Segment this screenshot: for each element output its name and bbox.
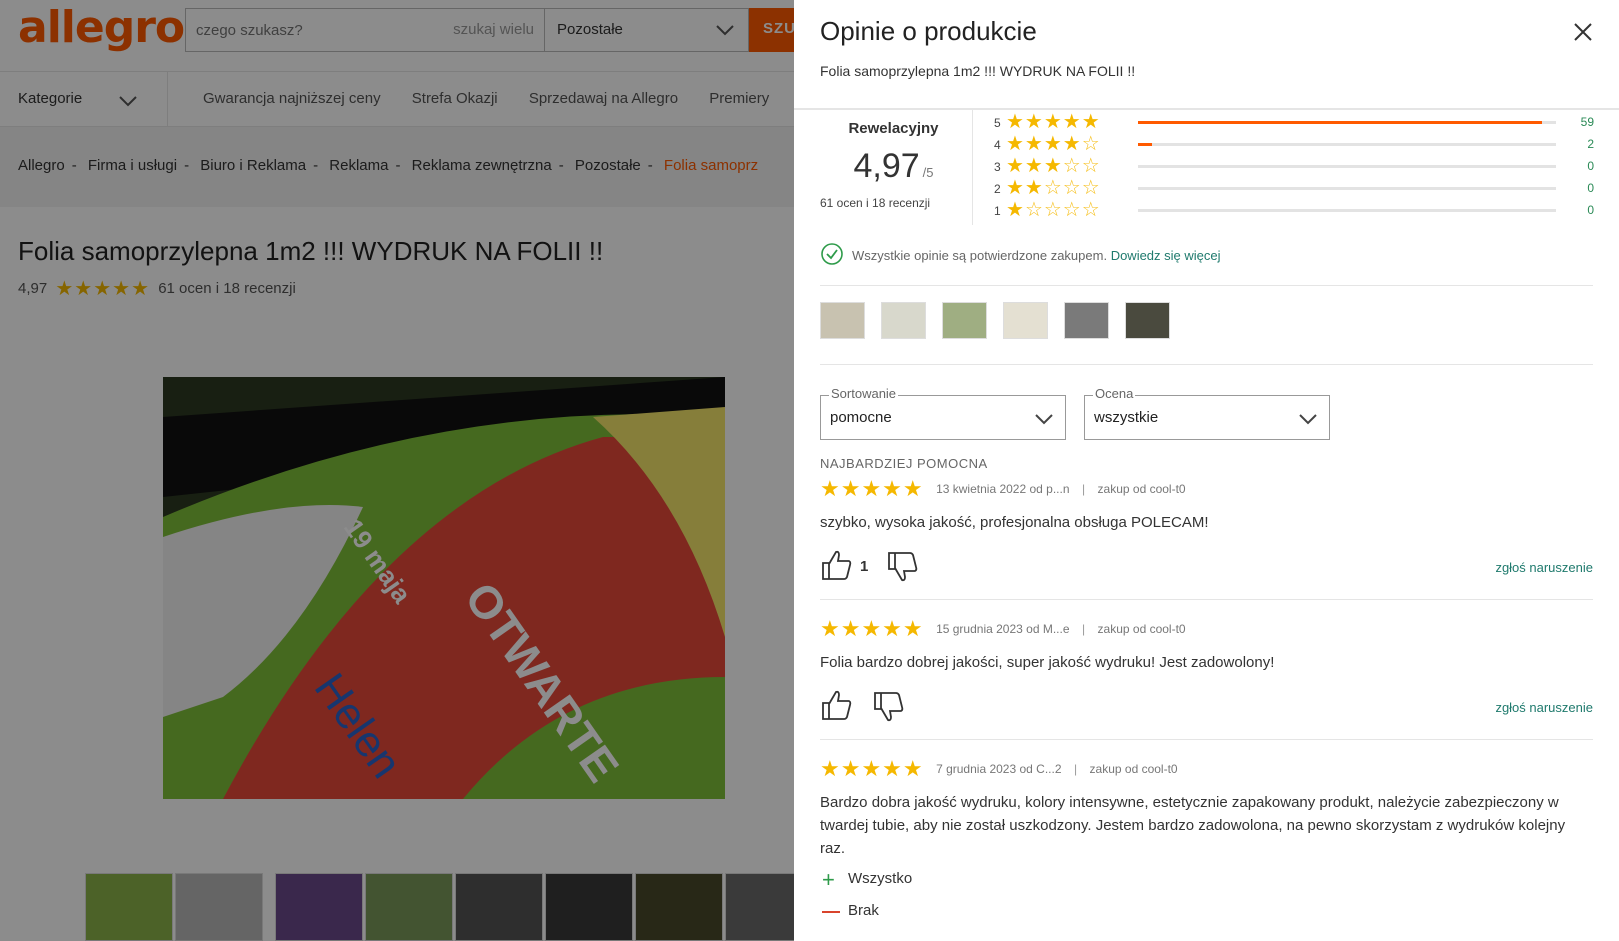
review-item: ★★★★★ 7 grudnia 2023 od C...2 | zakup od… <box>820 758 1593 924</box>
star-rating-icon: ★★★☆☆ <box>1006 155 1101 177</box>
review-text: Folia bardzo dobrej jakości, super jakoś… <box>820 654 1275 671</box>
review-stars-icon: ★★★★★ <box>820 476 924 501</box>
rating-bar-track <box>1138 143 1556 146</box>
divider <box>794 108 1619 110</box>
rating-bar-count: 2 <box>1587 137 1594 151</box>
close-icon[interactable] <box>1571 20 1595 44</box>
rating-filter-label: Ocena <box>1093 386 1136 401</box>
review-stars-icon: ★★★★★ <box>820 616 924 641</box>
minus-icon <box>822 911 840 913</box>
review-text: Bardzo dobra jakość wydruku, kolory inte… <box>820 794 1566 857</box>
sort-select-label: Sortowanie <box>829 386 899 401</box>
plus-icon: + <box>822 867 835 892</box>
review-photo[interactable] <box>1125 302 1170 339</box>
review-date: 15 grudnia 2023 od M...e <box>936 622 1070 636</box>
review-photo[interactable] <box>1003 302 1048 339</box>
rating-distribution: 5 ★★★★★ 59 4 ★★★★☆ 2 3 ★★★☆☆ 0 2 ★★☆☆☆ 0… <box>994 112 1594 222</box>
thumbs-down-icon[interactable] <box>886 550 920 584</box>
review-pros: + Wszystko <box>820 867 1593 892</box>
rating-bar-row[interactable]: 5 ★★★★★ 59 <box>994 112 1594 134</box>
rating-bar-stars-label: 5 <box>994 116 1001 130</box>
chevron-down-icon <box>1299 414 1317 425</box>
star-rating-icon: ★★★★★ <box>1006 111 1101 133</box>
rating-summary: Rewelacyjny 4,97/5 61 ocen i 18 recenzji <box>820 118 967 210</box>
chevron-down-icon <box>1035 414 1053 425</box>
rating-score-value: 4,97 <box>853 147 920 185</box>
review-cons-text: Brak <box>848 902 879 919</box>
rating-score-max: /5 <box>922 165 934 180</box>
rating-bar-track <box>1138 165 1556 168</box>
divider <box>820 285 1593 286</box>
review-photo[interactable] <box>820 302 865 339</box>
verified-text: Wszystkie opinie są potwierdzone zakupem… <box>852 248 1108 263</box>
review-item: ★★★★★ 13 kwietnia 2022 od p...n | zakup … <box>820 478 1593 588</box>
divider <box>820 599 1593 600</box>
star-rating-icon: ★★☆☆☆ <box>1006 177 1101 199</box>
thumbs-up-icon[interactable] <box>820 688 854 722</box>
drawer-subtitle: Folia samoprzylepna 1m2 !!! WYDRUK NA FO… <box>820 63 1136 79</box>
rating-bar-stars-label: 4 <box>994 138 1001 152</box>
rating-bar-row[interactable]: 1 ★☆☆☆☆ 0 <box>994 200 1594 222</box>
review-seller: zakup od cool-t0 <box>1089 762 1178 776</box>
verified-info: Wszystkie opinie są potwierdzone zakupem… <box>820 242 1221 266</box>
most-helpful-label: NAJBARDZIEJ POMOCNA <box>820 456 988 471</box>
rating-bar-track <box>1138 209 1556 212</box>
rating-count: 61 ocen i 18 recenzji <box>820 196 931 210</box>
rating-filter-select[interactable]: Ocena wszystkie <box>1084 386 1330 440</box>
reviews-drawer: Opinie o produkcie Folia samoprzylepna 1… <box>794 0 1619 941</box>
rating-bar-row[interactable]: 2 ★★☆☆☆ 0 <box>994 178 1594 200</box>
review-text: szybko, wysoka jakość, profesjonalna obs… <box>820 514 1209 531</box>
thumbs-down-icon[interactable] <box>872 690 906 724</box>
rating-bar-count: 0 <box>1587 181 1594 195</box>
review-cons: Brak <box>820 902 1593 924</box>
review-photo[interactable] <box>942 302 987 339</box>
rating-bar-row[interactable]: 3 ★★★☆☆ 0 <box>994 156 1594 178</box>
check-circle-icon <box>821 243 843 265</box>
rating-bar-row[interactable]: 4 ★★★★☆ 2 <box>994 134 1594 156</box>
thumbs-up-icon[interactable] <box>820 548 854 582</box>
rating-bar-stars-label: 3 <box>994 160 1001 174</box>
rating-bar-stars-label: 2 <box>994 182 1001 196</box>
review-seller: zakup od cool-t0 <box>1097 482 1186 496</box>
rating-bar-count: 0 <box>1587 203 1594 217</box>
rating-bar-stars-label: 1 <box>994 204 1001 218</box>
likes-count: 1 <box>860 558 869 575</box>
rating-score: 4,97/5 <box>820 147 967 186</box>
sort-select-value: pomocne <box>830 409 892 426</box>
rating-bar-track <box>1138 187 1556 190</box>
rating-bar-count: 59 <box>1580 115 1594 129</box>
review-stars-icon: ★★★★★ <box>820 756 924 781</box>
star-rating-icon: ★★★★☆ <box>1006 133 1101 155</box>
report-link[interactable]: zgłoś naruszenie <box>1495 560 1593 575</box>
review-meta: ★★★★★ 13 kwietnia 2022 od p...n | zakup … <box>820 476 1186 501</box>
rating-bar-count: 0 <box>1587 159 1594 173</box>
review-actions: zgłoś naruszenie <box>820 688 1593 728</box>
sort-select[interactable]: Sortowanie pomocne <box>820 386 1066 440</box>
review-actions: 1 zgłoś naruszenie <box>820 548 1593 588</box>
rating-bar-track <box>1138 121 1556 124</box>
star-rating-icon: ★☆☆☆☆ <box>1006 199 1101 221</box>
review-pros-text: Wszystko <box>848 870 913 887</box>
drawer-title: Opinie o produkcie <box>820 16 1037 46</box>
rating-label: Rewelacyjny <box>848 120 939 137</box>
review-seller: zakup od cool-t0 <box>1097 622 1186 636</box>
review-date: 7 grudnia 2023 od C...2 <box>936 762 1062 776</box>
divider <box>820 739 1593 740</box>
learn-more-link[interactable]: Dowiedz się więcej <box>1111 248 1221 263</box>
review-meta: ★★★★★ 7 grudnia 2023 od C...2 | zakup od… <box>820 756 1178 781</box>
divider <box>820 364 1593 365</box>
divider <box>972 110 973 225</box>
review-item: ★★★★★ 15 grudnia 2023 od M...e | zakup o… <box>820 618 1593 728</box>
rating-bar-fill <box>1138 143 1152 146</box>
rating-bar-fill <box>1138 121 1543 124</box>
review-meta: ★★★★★ 15 grudnia 2023 od M...e | zakup o… <box>820 616 1186 641</box>
review-photo[interactable] <box>881 302 926 339</box>
review-date: 13 kwietnia 2022 od p...n <box>936 482 1070 496</box>
review-photo[interactable] <box>1064 302 1109 339</box>
report-link[interactable]: zgłoś naruszenie <box>1495 700 1593 715</box>
rating-filter-value: wszystkie <box>1094 409 1159 426</box>
